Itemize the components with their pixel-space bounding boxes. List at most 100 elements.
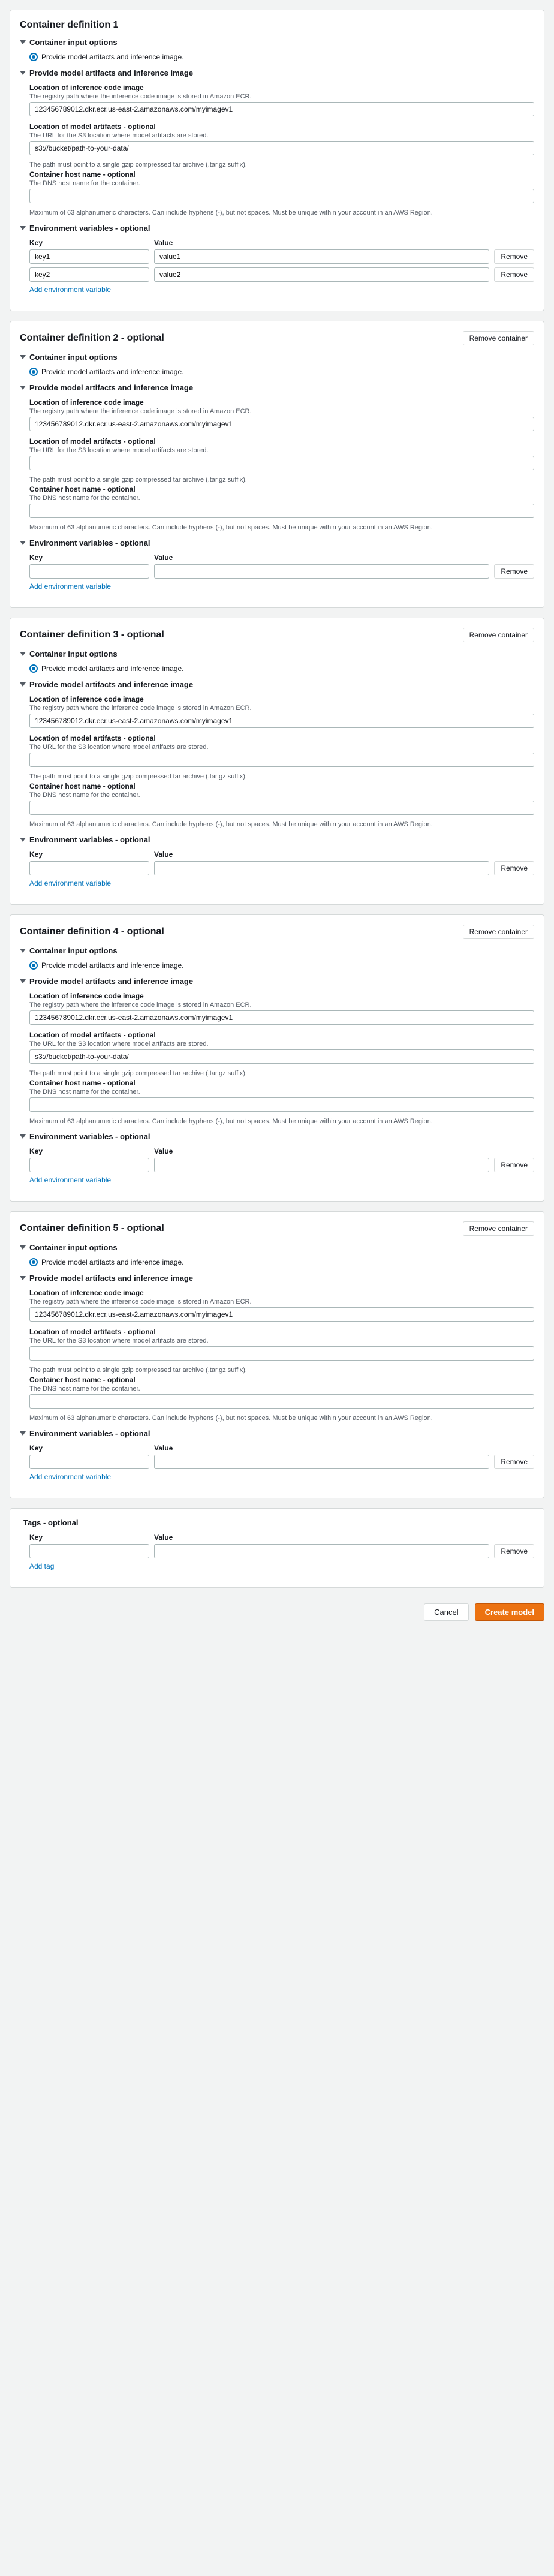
add-tag-link[interactable]: Add tag (29, 1562, 54, 1570)
container-host-name-input[interactable] (29, 189, 534, 203)
env-key-input[interactable] (29, 267, 149, 282)
env-table-header: KeyValue (29, 239, 534, 247)
cancel-button[interactable]: Cancel (424, 1603, 468, 1621)
remove-container-button[interactable]: Remove container (463, 1221, 534, 1236)
env-vars-header[interactable]: Environment variables - optional (20, 224, 534, 233)
add-env-var-link[interactable]: Add environment variable (29, 1473, 111, 1481)
container-card-header: Container definition 3 - optional Remove … (20, 628, 534, 642)
inference-code-image-input[interactable] (29, 714, 534, 728)
env-value-input[interactable] (154, 564, 489, 579)
add-env-var-link[interactable]: Add environment variable (29, 1176, 111, 1184)
tags-key-header: Key (29, 1533, 149, 1542)
radio-provide-artifacts[interactable] (29, 961, 38, 970)
input-options-header[interactable]: Container input options (20, 38, 534, 47)
collapse-triangle-icon (20, 1431, 26, 1436)
create-model-button[interactable]: Create model (475, 1603, 544, 1621)
env-vars-title: Environment variables - optional (29, 835, 150, 844)
inference-code-image-input[interactable] (29, 1010, 534, 1025)
container-host-name-input[interactable] (29, 1394, 534, 1409)
model-artifacts-header[interactable]: Provide model artifacts and inference im… (20, 680, 534, 689)
env-value-input[interactable] (154, 267, 489, 282)
remove-env-var-button[interactable]: Remove (494, 1158, 534, 1172)
tags-header[interactable]: Tags - optional (20, 1518, 534, 1527)
env-vars-section: Environment variables - optionalKeyValue… (20, 835, 534, 887)
remove-container-button[interactable]: Remove container (463, 331, 534, 345)
model-artifacts-title: Provide model artifacts and inference im… (29, 383, 193, 392)
inference-code-image-input[interactable] (29, 417, 534, 431)
input-options-header[interactable]: Container input options (20, 1243, 534, 1252)
env-vars-header[interactable]: Environment variables - optional (20, 538, 534, 547)
env-value-input[interactable] (154, 1455, 489, 1469)
radio-provide-artifacts[interactable] (29, 664, 38, 673)
remove-env-var-button[interactable]: Remove (494, 267, 534, 282)
add-env-var-link[interactable]: Add environment variable (29, 879, 111, 887)
tag-key-input[interactable] (29, 1544, 149, 1558)
model-artifacts-content: Location of inference code imageThe regi… (29, 398, 534, 531)
path-hint: The path must point to a single gzip com… (29, 1367, 534, 1374)
radio-provide-artifacts[interactable] (29, 53, 38, 61)
remove-container-button[interactable]: Remove container (463, 925, 534, 939)
model-artifacts-input[interactable] (29, 1346, 534, 1361)
container-input-options-section: Container input optionsProvide model art… (20, 38, 534, 61)
env-key-input[interactable] (29, 564, 149, 579)
add-env-var-link[interactable]: Add environment variable (29, 285, 111, 294)
model-artifacts-header[interactable]: Provide model artifacts and inference im… (20, 68, 534, 77)
container-host-name-input[interactable] (29, 801, 534, 815)
env-vars-content: KeyValueRemoveAdd environment variable (29, 1444, 534, 1481)
model-artifacts-input[interactable] (29, 753, 534, 767)
env-row: Remove (29, 564, 534, 579)
remove-env-var-button[interactable]: Remove (494, 1455, 534, 1469)
env-vars-header[interactable]: Environment variables - optional (20, 1429, 534, 1438)
inference-code-image-field: Location of inference code imageThe regi… (29, 83, 534, 116)
model-artifacts-input[interactable] (29, 1049, 534, 1064)
input-options-content: Provide model artifacts and inference im… (29, 1258, 534, 1266)
remove-env-var-button[interactable]: Remove (494, 249, 534, 264)
model-artifacts-field: Location of model artifacts - optionalTh… (29, 122, 534, 155)
collapse-triangle-icon (20, 386, 26, 390)
env-vars-header[interactable]: Environment variables - optional (20, 1132, 534, 1141)
radio-provide-artifacts[interactable] (29, 1258, 38, 1266)
container-title: Container definition 2 - optional (20, 333, 164, 344)
page-wrapper: Container definition 1Container input op… (0, 0, 554, 1636)
env-key-input[interactable] (29, 249, 149, 264)
radio-label: Provide model artifacts and inference im… (41, 961, 183, 970)
add-env-var-link[interactable]: Add environment variable (29, 582, 111, 591)
env-key-input[interactable] (29, 861, 149, 875)
container-title: Container definition 3 - optional (20, 630, 164, 640)
env-vars-header[interactable]: Environment variables - optional (20, 835, 534, 844)
container-host-name-input[interactable] (29, 1097, 534, 1112)
input-options-header[interactable]: Container input options (20, 353, 534, 362)
model-artifacts-header[interactable]: Provide model artifacts and inference im… (20, 977, 534, 986)
env-value-input[interactable] (154, 249, 489, 264)
container-card-header: Container definition 4 - optionalRemove … (20, 925, 534, 939)
max-chars-hint: Maximum of 63 alphanumeric characters. C… (29, 209, 534, 216)
container-card-header: Container definition 2 - optional Remove … (20, 331, 534, 345)
remove-container-button[interactable]: Remove container (463, 628, 534, 642)
remove-tag-button[interactable]: Remove (494, 1544, 534, 1558)
collapse-triangle-icon (20, 1245, 26, 1250)
remove-env-var-button[interactable]: Remove (494, 861, 534, 875)
env-value-header: Value (154, 239, 534, 247)
container-host-name-input[interactable] (29, 504, 534, 518)
env-value-input[interactable] (154, 1158, 489, 1172)
input-options-header[interactable]: Container input options (20, 946, 534, 955)
model-artifacts-content: Location of inference code imageThe regi… (29, 1289, 534, 1422)
radio-provide-artifacts[interactable] (29, 368, 38, 376)
env-vars-content: KeyValueRemoveAdd environment variable (29, 553, 534, 591)
remove-env-var-button[interactable]: Remove (494, 564, 534, 579)
model-artifacts-title: Provide model artifacts and inference im… (29, 680, 193, 689)
radio-label: Provide model artifacts and inference im… (41, 664, 183, 673)
input-options-header[interactable]: Container input options (20, 649, 534, 658)
model-artifacts-header[interactable]: Provide model artifacts and inference im… (20, 383, 534, 392)
tag-value-input[interactable] (154, 1544, 489, 1558)
env-value-input[interactable] (154, 861, 489, 875)
inference-code-image-input[interactable] (29, 1307, 534, 1322)
model-artifacts-input[interactable] (29, 456, 534, 470)
inference-code-image-input[interactable] (29, 102, 534, 116)
env-key-input[interactable] (29, 1158, 149, 1172)
env-key-input[interactable] (29, 1455, 149, 1469)
model-artifacts-header[interactable]: Provide model artifacts and inference im… (20, 1274, 534, 1283)
model-artifacts-input[interactable] (29, 141, 534, 155)
collapse-triangle-icon (20, 71, 26, 75)
container-host-name-field-hint: The DNS host name for the container. (29, 495, 534, 502)
